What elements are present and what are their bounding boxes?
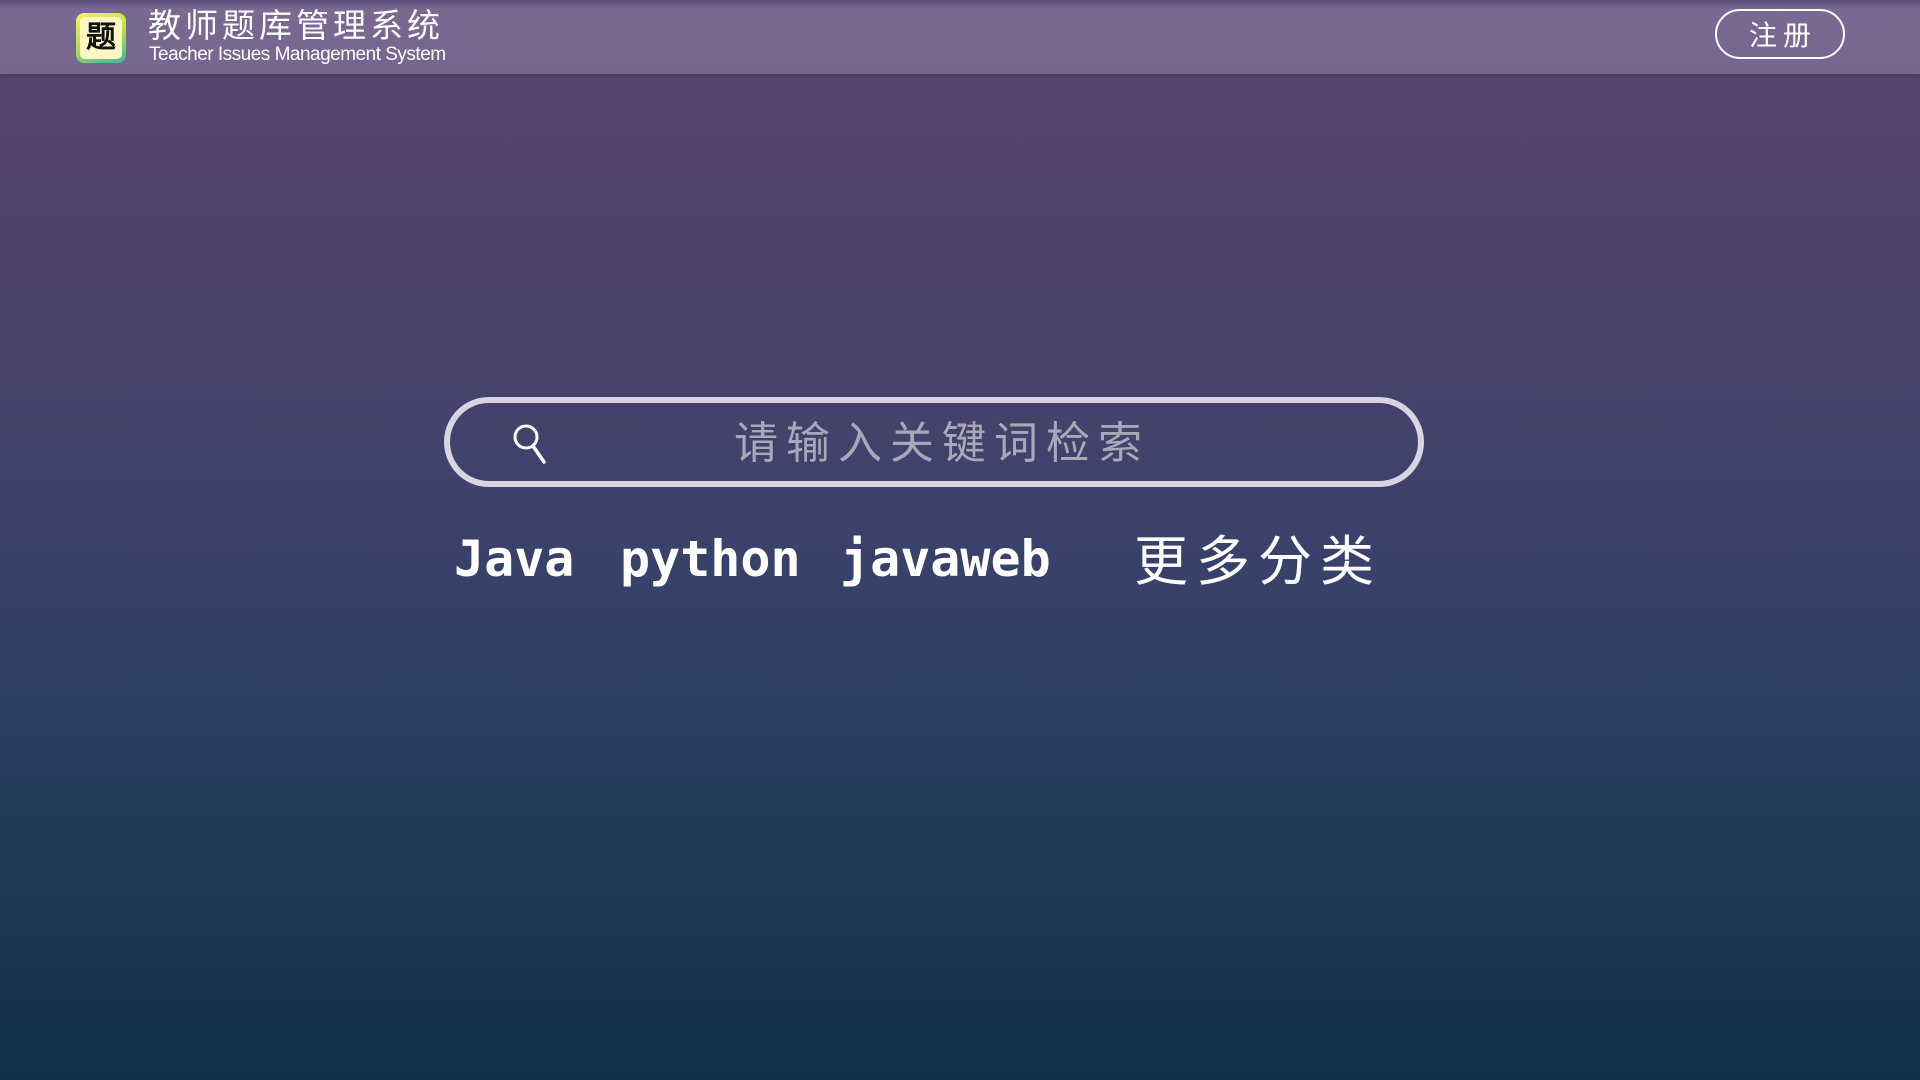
category-link-javaweb[interactable]: javaweb bbox=[840, 524, 1051, 594]
top-navbar: 题 教师题库管理系统 Teacher Issues Management Sys… bbox=[0, 0, 1920, 74]
search-bar[interactable] bbox=[444, 397, 1424, 487]
search-input[interactable] bbox=[570, 411, 1314, 475]
category-link-java[interactable]: Java bbox=[454, 524, 574, 594]
search-icon[interactable] bbox=[510, 421, 554, 469]
app-logo[interactable]: 题 bbox=[76, 13, 126, 63]
app-title-english: Teacher Issues Management System bbox=[149, 44, 446, 65]
category-link-python[interactable]: python bbox=[620, 524, 801, 594]
register-button[interactable]: 注册 bbox=[1715, 9, 1845, 59]
app-title-chinese: 教师题库管理系统 bbox=[148, 6, 444, 45]
more-categories-link[interactable]: 更多分类 bbox=[1134, 524, 1382, 600]
logo-glyph: 题 bbox=[80, 17, 122, 59]
